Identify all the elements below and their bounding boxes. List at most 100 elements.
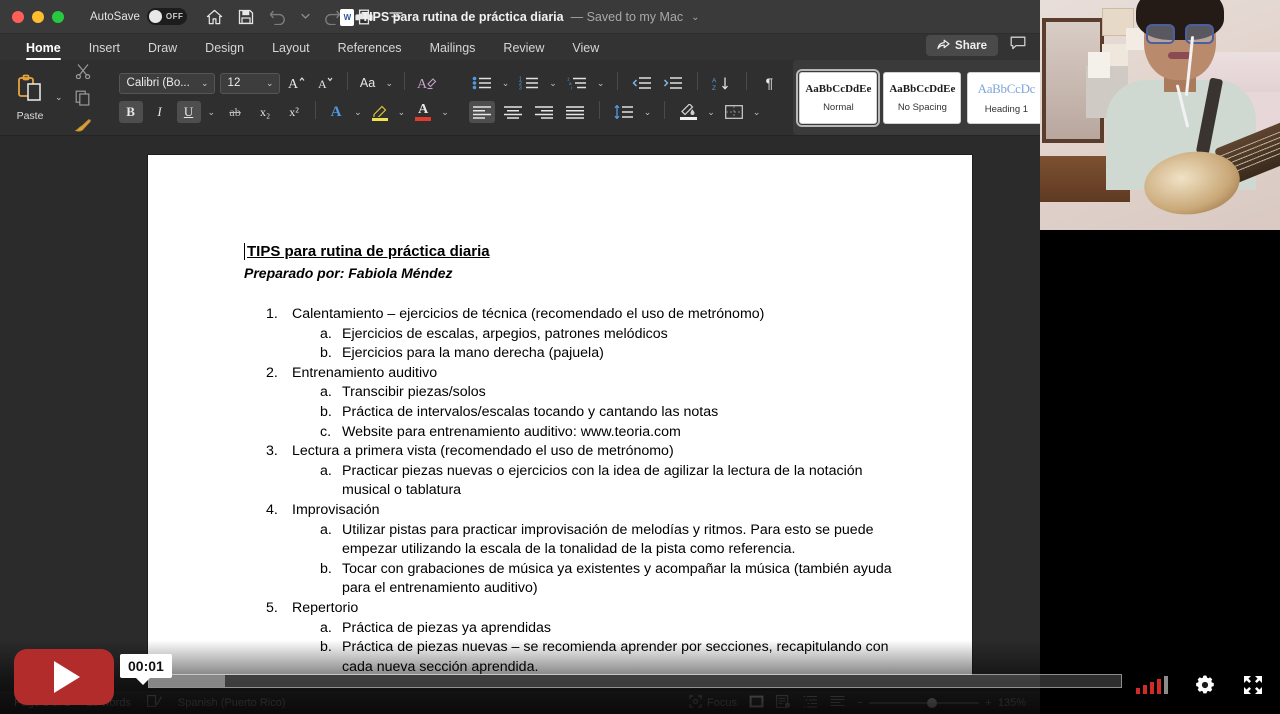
highlight-chevron-down-icon[interactable]: ⌄: [396, 107, 408, 118]
numbering-chevron-down-icon[interactable]: ⌄: [547, 78, 559, 89]
decrease-indent-icon[interactable]: [629, 72, 655, 94]
home-icon[interactable]: [205, 7, 224, 26]
comments-button[interactable]: [1004, 33, 1032, 58]
volume-bars-icon[interactable]: [1136, 676, 1168, 694]
borders-chevron-down-icon[interactable]: ⌄: [751, 107, 763, 118]
word-window: AutoSave OFF W TIPS para rutina de práct…: [0, 0, 1101, 714]
copy-icon[interactable]: [72, 87, 94, 109]
text-effects-icon[interactable]: A: [325, 101, 347, 123]
minimize-window-button[interactable]: [32, 10, 44, 23]
ribbon-home-commands: Paste ⌄ Calibri (Bo... ⌄ 12 ⌄ A A Aa ⌄ A…: [0, 60, 1101, 136]
borders-icon[interactable]: [722, 101, 746, 123]
zoom-out-button[interactable]: −: [857, 697, 863, 709]
zoom-slider-handle[interactable]: [927, 697, 938, 708]
underline-chevron-down-icon[interactable]: ⌄: [206, 107, 218, 118]
shading-icon[interactable]: [676, 101, 700, 123]
list-item-text: Improvisación: [292, 501, 380, 518]
tab-home[interactable]: Home: [12, 41, 75, 60]
autosave-switch[interactable]: OFF: [146, 8, 187, 25]
font-name-combobox[interactable]: Calibri (Bo... ⌄: [118, 72, 215, 94]
print-layout-icon[interactable]: [749, 695, 764, 711]
gear-icon[interactable]: [1194, 674, 1216, 696]
draft-view-icon[interactable]: [830, 695, 845, 711]
outline-view-icon[interactable]: [803, 695, 818, 711]
tab-review[interactable]: Review: [489, 41, 558, 60]
list-item-number: a.: [320, 521, 332, 538]
pilcrow-icon[interactable]: ¶: [758, 72, 780, 94]
shading-chevron-down-icon[interactable]: ⌄: [705, 107, 717, 118]
align-center-icon[interactable]: [500, 101, 526, 123]
font-size-combobox[interactable]: 12 ⌄: [219, 72, 280, 94]
focus-mode-button[interactable]: Focus: [689, 694, 737, 711]
font-color-icon[interactable]: A: [412, 101, 434, 123]
autosave-toggle-group[interactable]: AutoSave OFF: [90, 8, 187, 25]
change-case-button[interactable]: Aa: [357, 72, 379, 94]
style-normal[interactable]: AaBbCcDdEe Normal: [796, 68, 881, 127]
undo-dropdown-chevron-down-icon[interactable]: [301, 7, 310, 26]
increase-font-size-icon[interactable]: A: [285, 72, 309, 94]
tab-mailings[interactable]: Mailings: [416, 41, 490, 60]
style-heading-1[interactable]: AaBbCcDc Heading 1: [967, 71, 1046, 124]
webcam-video-feed: [1040, 0, 1280, 230]
bold-button[interactable]: B: [118, 101, 143, 123]
progress-scrubber[interactable]: [148, 674, 1122, 688]
italic-button[interactable]: I: [148, 101, 172, 123]
clear-formatting-icon[interactable]: A: [414, 72, 440, 94]
tab-draw[interactable]: Draw: [134, 41, 191, 60]
window-controls[interactable]: [0, 10, 64, 23]
strikethrough-button[interactable]: ab: [222, 101, 248, 123]
paste-options-chevron-down-icon[interactable]: ⌄: [53, 92, 65, 103]
tab-view[interactable]: View: [558, 41, 613, 60]
line-spacing-chevron-down-icon[interactable]: ⌄: [642, 107, 654, 118]
autosave-knob: [148, 10, 162, 23]
subscript-button[interactable]: x₂: [253, 101, 277, 123]
title-chevron-down-icon[interactable]: ⌄: [691, 12, 699, 23]
redo-icon[interactable]: [323, 7, 342, 26]
screen-root: AutoSave OFF W TIPS para rutina de práct…: [0, 0, 1280, 714]
maximize-window-button[interactable]: [52, 10, 64, 23]
align-right-icon[interactable]: [531, 101, 557, 123]
zoom-slider-track[interactable]: [869, 697, 980, 708]
document-canvas[interactable]: TIPS para rutina de práctica diaria Prep…: [0, 138, 1040, 714]
underline-button[interactable]: U: [176, 101, 201, 123]
document-page[interactable]: TIPS para rutina de práctica diaria Prep…: [148, 155, 972, 675]
spellcheck-icon[interactable]: [146, 695, 162, 710]
line-spacing-icon[interactable]: [611, 101, 637, 123]
zoom-level-label[interactable]: 135%: [998, 697, 1026, 709]
paste-button[interactable]: Paste: [7, 74, 53, 122]
undo-icon[interactable]: [269, 7, 288, 26]
numbered-list-icon[interactable]: 123: [516, 72, 542, 94]
increase-indent-icon[interactable]: [660, 72, 686, 94]
multilevel-list-icon[interactable]: 1ai: [564, 72, 590, 94]
scissors-icon[interactable]: [72, 60, 94, 82]
format-painter-paintbrush-icon[interactable]: [71, 114, 95, 136]
bulleted-list-icon[interactable]: [469, 72, 495, 94]
change-case-chevron-down-icon[interactable]: ⌄: [384, 78, 396, 89]
web-layout-icon[interactable]: [776, 694, 791, 711]
zoom-in-button[interactable]: +: [985, 697, 991, 709]
share-button[interactable]: Share: [926, 35, 998, 56]
ribbon-tab-bar: Home Insert Draw Design Layout Reference…: [0, 34, 1040, 60]
text-effects-chevron-down-icon[interactable]: ⌄: [352, 107, 364, 118]
font-color-chevron-down-icon[interactable]: ⌄: [439, 107, 451, 118]
style-no-spacing[interactable]: AaBbCcDdEe No Spacing: [883, 71, 962, 124]
language-indicator[interactable]: Spanish (Puerto Rico): [178, 697, 286, 709]
play-button[interactable]: [14, 649, 114, 705]
tab-references[interactable]: References: [324, 41, 416, 60]
multilevel-chevron-down-icon[interactable]: ⌄: [595, 78, 607, 89]
sort-az-icon[interactable]: AZ: [709, 72, 735, 94]
superscript-button[interactable]: x²: [282, 101, 306, 123]
tab-layout[interactable]: Layout: [258, 41, 324, 60]
close-window-button[interactable]: [12, 10, 24, 23]
tab-insert[interactable]: Insert: [75, 41, 134, 60]
text-highlight-color-icon[interactable]: [369, 101, 391, 123]
justify-icon[interactable]: [562, 101, 588, 123]
tab-design[interactable]: Design: [191, 41, 258, 60]
bullets-chevron-down-icon[interactable]: ⌄: [500, 78, 512, 89]
zoom-control[interactable]: − + 135%: [857, 697, 1026, 709]
list-item: a. Transcibir piezas/solos: [292, 383, 892, 403]
decrease-font-size-icon[interactable]: A: [314, 72, 338, 94]
fullscreen-icon[interactable]: [1242, 674, 1264, 696]
save-icon[interactable]: [237, 7, 256, 26]
align-left-icon[interactable]: [468, 101, 495, 123]
